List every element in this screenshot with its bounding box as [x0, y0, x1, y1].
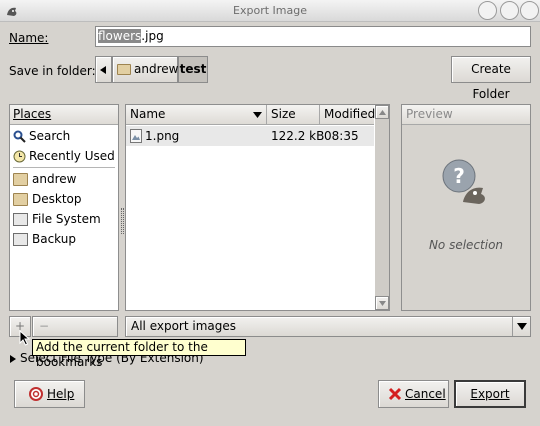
preview-header: Preview	[402, 105, 530, 125]
help-button[interactable]: Help	[14, 380, 85, 408]
folder-icon	[13, 173, 28, 186]
menu-button[interactable]	[478, 1, 497, 20]
filename-input[interactable]: flowers.jpg	[95, 26, 531, 47]
pane-resize-handle[interactable]	[121, 208, 124, 234]
gimp-question-icon: ?	[442, 159, 485, 204]
preview-status: No selection	[428, 238, 504, 252]
chevron-down-icon	[517, 323, 527, 330]
save-in-folder-label: Save in folder:	[9, 64, 96, 78]
path-segment-test[interactable]: test	[178, 56, 208, 83]
place-backup[interactable]: Backup	[13, 229, 76, 249]
path-back-button[interactable]	[95, 56, 112, 83]
files-scrollbar[interactable]	[375, 105, 389, 310]
help-lifebuoy-icon	[29, 387, 43, 401]
combo-dropdown[interactable]	[512, 317, 530, 336]
mouse-cursor-icon	[19, 330, 31, 346]
drive-icon	[13, 213, 28, 226]
file-filter-combo[interactable]: All export images	[125, 316, 531, 337]
arrow-down-icon	[379, 301, 386, 306]
place-search[interactable]: Search	[13, 126, 70, 146]
clock-icon	[13, 150, 26, 163]
file-modified: 08:35	[324, 129, 359, 143]
file-size: 122.2 kB	[271, 129, 325, 143]
name-label: Name:	[9, 31, 49, 45]
create-folder-button[interactable]: Create Folder	[451, 56, 531, 101]
file-name: 1.png	[145, 129, 180, 143]
filename-selected-text: flowers	[98, 29, 142, 43]
place-andrew[interactable]: andrew	[13, 169, 76, 189]
cancel-icon	[388, 387, 402, 401]
cancel-button[interactable]: Cancel	[378, 380, 449, 408]
column-header-size[interactable]: Size	[267, 105, 320, 125]
export-button[interactable]: Export	[454, 380, 526, 408]
home-folder-icon	[117, 64, 131, 75]
column-header-modified[interactable]: Modified	[320, 105, 375, 125]
places-separator	[13, 167, 115, 168]
place-recently-used[interactable]: Recently Used	[13, 146, 115, 166]
filename-rest-text: .jpg	[141, 29, 164, 43]
place-desktop[interactable]: Desktop	[13, 189, 82, 209]
minimize-button[interactable]	[500, 1, 519, 20]
folder-icon	[13, 193, 28, 206]
arrow-left-icon	[100, 66, 106, 74]
scroll-up-button[interactable]	[375, 105, 389, 119]
place-file-system[interactable]: File System	[13, 209, 101, 229]
places-header[interactable]: Places	[10, 105, 118, 125]
preview-pane	[401, 104, 531, 311]
remove-bookmark-button[interactable]: −	[32, 316, 118, 337]
path-segment-andrew[interactable]: andrew	[112, 56, 178, 83]
expander-arrow-icon	[10, 354, 16, 363]
scroll-down-button[interactable]	[375, 296, 389, 310]
svg-text:?: ?	[453, 164, 465, 188]
image-file-icon	[130, 129, 142, 143]
maximize-button[interactable]	[520, 1, 539, 20]
tooltip: Add the current folder to the bookmarks	[32, 339, 246, 369]
file-row[interactable]: 1.png 122.2 kB 08:35	[126, 126, 374, 146]
window-title: Export Image	[233, 4, 307, 17]
search-icon	[13, 130, 26, 143]
drive-icon	[13, 233, 28, 246]
sort-down-icon	[253, 112, 262, 118]
column-header-name[interactable]: Name	[126, 105, 267, 125]
arrow-up-icon	[379, 110, 386, 115]
